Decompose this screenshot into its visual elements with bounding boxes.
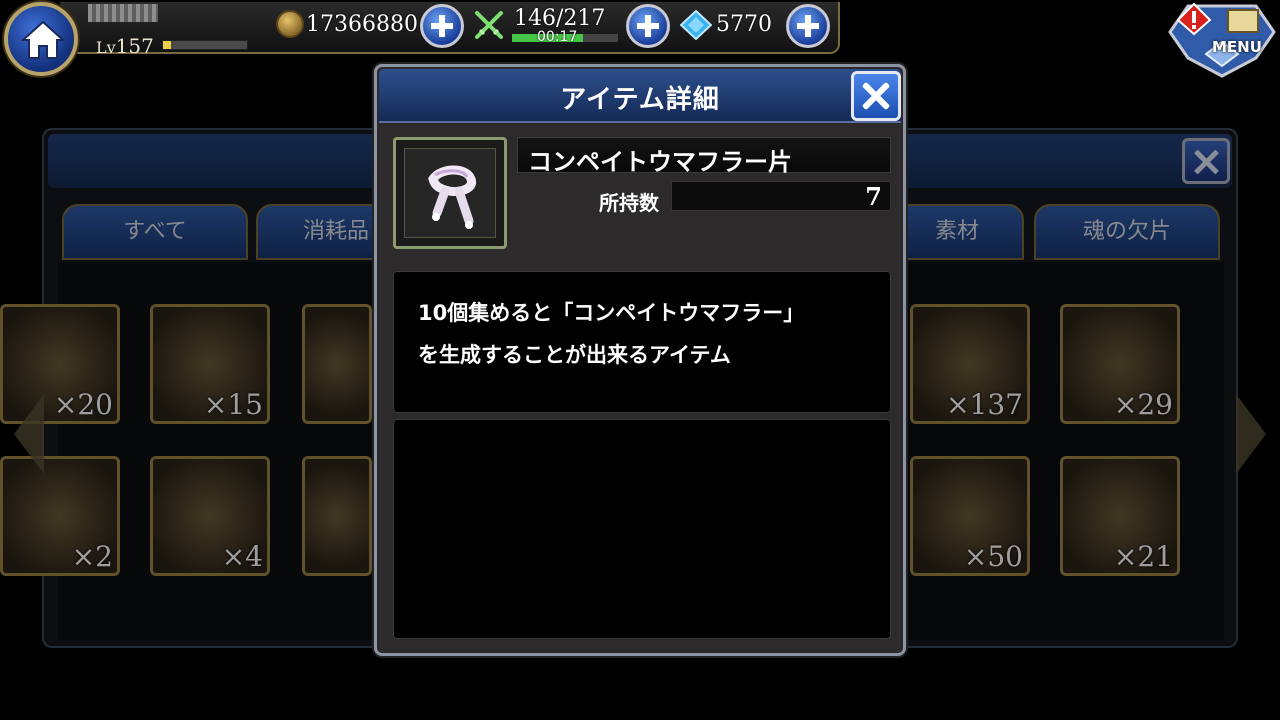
gem-icon [680,10,712,40]
item-count: ×29 [1113,388,1173,421]
level-prefix: Lv [96,38,116,57]
item-slot[interactable]: ×21 [1060,456,1180,576]
item-count: ×2 [71,540,113,573]
item-thumbnail-frame [404,148,496,238]
home-button[interactable] [4,2,78,76]
home-icon [21,20,65,59]
modal-title: アイテム詳細 [560,85,720,115]
page-next-arrow-icon[interactable] [1236,394,1266,474]
item-slot[interactable]: ×2 [0,456,120,576]
player-name-redacted [88,4,158,22]
tab-materials[interactable]: 素材 [890,204,1024,260]
item-count: ×21 [1113,540,1173,573]
owned-count-value: 7 [865,182,882,211]
owned-count-label: 所持数 [599,191,659,215]
owned-count-box: 7 [671,181,891,211]
gold-coin-icon [276,10,304,38]
item-thumbnail [393,137,507,249]
page-prev-arrow-icon[interactable] [14,394,44,474]
tab-all[interactable]: すべて [62,204,248,260]
stamina-timer: 00:17 [537,29,578,45]
add-gems-button[interactable] [786,4,830,48]
gold-amount: 17366880 [306,12,418,37]
item-count: ×15 [203,388,263,421]
crossed-swords-icon [475,11,503,39]
menu-label: MENU [1212,38,1262,56]
alert-icon [1176,2,1212,36]
scarf-icon [428,165,477,229]
exp-bar [162,40,248,50]
level-value: 157 [115,34,154,58]
item-slot[interactable] [302,456,372,576]
add-stamina-button[interactable] [626,4,670,48]
item-slot[interactable]: ×4 [150,456,270,576]
item-name-box: コンペイトウマフラー片 [517,137,891,176]
player-level: Lv157 [96,34,154,58]
item-slot[interactable]: ×50 [910,456,1030,576]
item-description: 10個集めると「コンペイトウマフラー」 を生成することが出来るアイテム [418,301,805,367]
modal-close-button[interactable] [851,71,901,121]
tab-soul-fragments[interactable]: 魂の欠片 [1034,204,1220,260]
top-hud: Lv157 17366880 146/217 00:17 5770 MENU [0,0,1280,78]
exp-bar-fill [163,41,172,49]
item-list-close-button[interactable] [1182,138,1230,184]
item-count: ×20 [53,388,113,421]
item-description-box: 10個集めると「コンペイトウマフラー」 を生成することが出来るアイテム [393,271,891,413]
modal-title-bar: アイテム詳細 [379,69,901,123]
item-count: ×4 [221,540,263,573]
item-extra-info-box [393,419,891,639]
gem-amount: 5770 [716,12,772,37]
item-slot[interactable]: ×137 [910,304,1030,424]
item-slot[interactable]: ×15 [150,304,270,424]
stamina-amount: 146/217 [514,6,606,31]
item-detail-modal: アイテム詳細 コンペイトウマフラー片 所持数 7 10個集めると「コンペイトウマ… [374,64,906,656]
item-slot[interactable] [302,304,372,424]
item-slot[interactable]: ×29 [1060,304,1180,424]
item-count: ×137 [946,388,1023,421]
item-name: コンペイトウマフラー片 [528,148,792,176]
add-gold-button[interactable] [420,4,464,48]
item-count: ×50 [963,540,1023,573]
